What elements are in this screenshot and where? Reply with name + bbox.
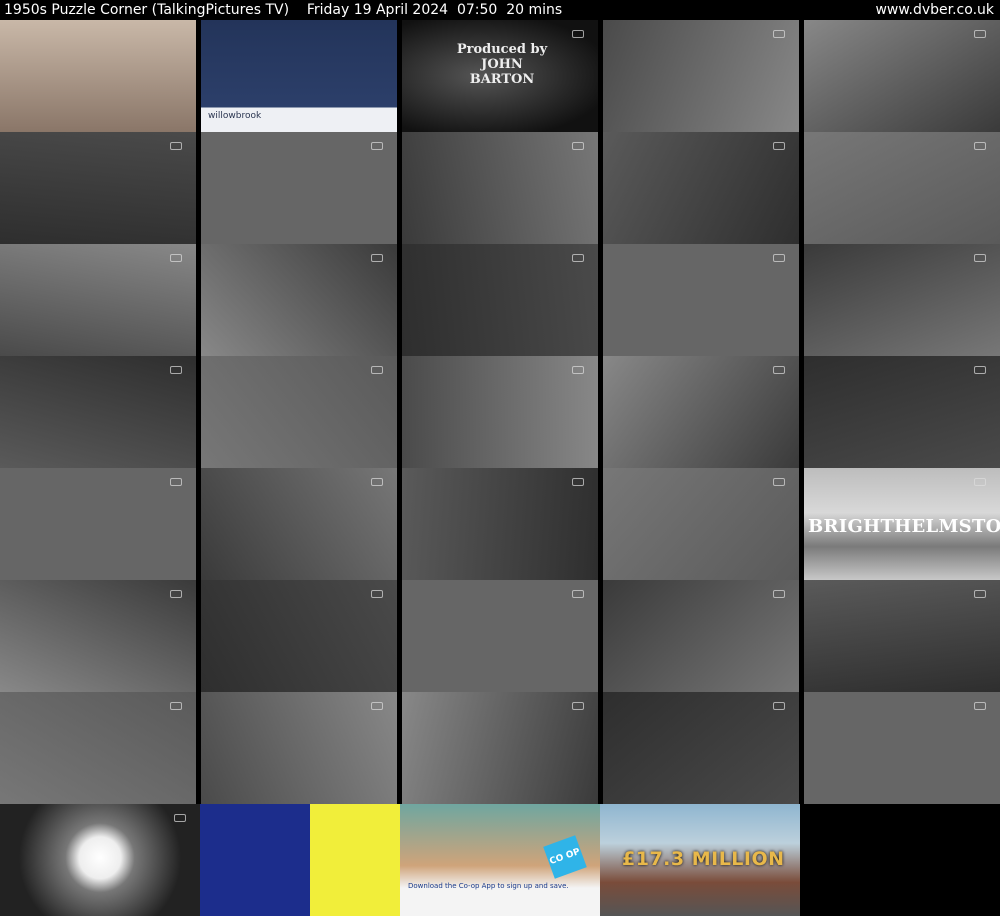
channel-logo-icon xyxy=(974,590,986,598)
channel-logo-icon xyxy=(773,590,785,598)
thumbnail-t16 xyxy=(0,356,196,468)
lottery-amount: £17.3 MILLION xyxy=(622,848,785,870)
thumbnail-t21 xyxy=(0,468,196,580)
channel-logo-icon xyxy=(974,254,986,262)
channel-logo-icon xyxy=(974,478,986,486)
channel-logo-icon xyxy=(170,478,182,486)
thumbnail-t32 xyxy=(201,692,397,804)
channel-logo-icon xyxy=(773,366,785,374)
thumbnail-t35 xyxy=(804,692,1000,804)
thumbnail-t24 xyxy=(603,468,799,580)
channel-logo-icon xyxy=(974,366,986,374)
channel-logo-icon xyxy=(773,142,785,150)
thumbnail-t4 xyxy=(603,20,799,132)
thumbnail-t17 xyxy=(201,356,397,468)
thumbnail-t28 xyxy=(402,580,598,692)
thumbnail-t36 xyxy=(0,804,200,916)
thumbnail-t7 xyxy=(201,132,397,244)
thumbnail-t6 xyxy=(0,132,196,244)
thumbnail-t33 xyxy=(402,692,598,804)
thumbnail-t34 xyxy=(603,692,799,804)
producer-credit: Produced by JOHN BARTON xyxy=(456,42,548,87)
channel-logo-icon xyxy=(371,366,383,374)
channel-logo-icon xyxy=(572,30,584,38)
thumbnail-t12 xyxy=(201,244,397,356)
thumbnail-t29 xyxy=(603,580,799,692)
channel-logo-icon xyxy=(572,142,584,150)
channel-logo-icon xyxy=(974,702,986,710)
channel-logo-icon xyxy=(371,142,383,150)
channel-logo-icon xyxy=(773,702,785,710)
thumbnail-t27 xyxy=(201,580,397,692)
town-title: BRIGHTHELMSTON xyxy=(808,516,1000,537)
channel-logo-icon xyxy=(371,590,383,598)
thumbnail-t10 xyxy=(804,132,1000,244)
channel-logo-icon xyxy=(170,590,182,598)
willowbrook-logo: willowbrook xyxy=(208,111,262,121)
channel-logo-icon xyxy=(572,478,584,486)
thumbnail-t14 xyxy=(603,244,799,356)
channel-logo-icon xyxy=(170,366,182,374)
channel-logo-icon xyxy=(773,254,785,262)
thumbnail-t22 xyxy=(201,468,397,580)
thumbnail-t18 xyxy=(402,356,598,468)
thumbnail-t5 xyxy=(804,20,1000,132)
channel-logo-icon xyxy=(773,478,785,486)
thumbnail-t37 xyxy=(200,804,400,916)
channel-logo-icon xyxy=(974,30,986,38)
thumbnail-t15 xyxy=(804,244,1000,356)
channel-logo-icon xyxy=(371,254,383,262)
thumbnail-t11 xyxy=(0,244,196,356)
channel-logo-icon xyxy=(572,254,584,262)
channel-logo-icon xyxy=(572,590,584,598)
thumbnail-t26 xyxy=(0,580,196,692)
header-bar: 1950s Puzzle Corner (TalkingPictures TV)… xyxy=(0,0,1000,20)
channel-logo-icon xyxy=(371,702,383,710)
thumbnail-t30 xyxy=(804,580,1000,692)
site-link[interactable]: www.dvber.co.uk xyxy=(875,0,994,20)
thumbnail-t19 xyxy=(603,356,799,468)
channel-logo-icon xyxy=(174,814,186,822)
thumbnail-t1 xyxy=(0,20,196,132)
thumbnail-t20 xyxy=(804,356,1000,468)
thumbnail-t9 xyxy=(603,132,799,244)
channel-logo-icon xyxy=(572,366,584,374)
channel-logo-icon xyxy=(974,142,986,150)
thumbnail-t31 xyxy=(0,692,196,804)
channel-logo-icon xyxy=(572,702,584,710)
channel-logo-icon xyxy=(170,702,182,710)
coop-ad-text: Download the Co-op App to sign up and sa… xyxy=(408,882,569,890)
thumbnail-t8 xyxy=(402,132,598,244)
channel-logo-icon xyxy=(170,142,182,150)
thumbnail-t23 xyxy=(402,468,598,580)
channel-logo-icon xyxy=(170,254,182,262)
thumbnail-t13 xyxy=(402,244,598,356)
programme-title: 1950s Puzzle Corner (TalkingPictures TV)… xyxy=(4,2,563,18)
channel-logo-icon xyxy=(371,478,383,486)
channel-logo-icon xyxy=(773,30,785,38)
